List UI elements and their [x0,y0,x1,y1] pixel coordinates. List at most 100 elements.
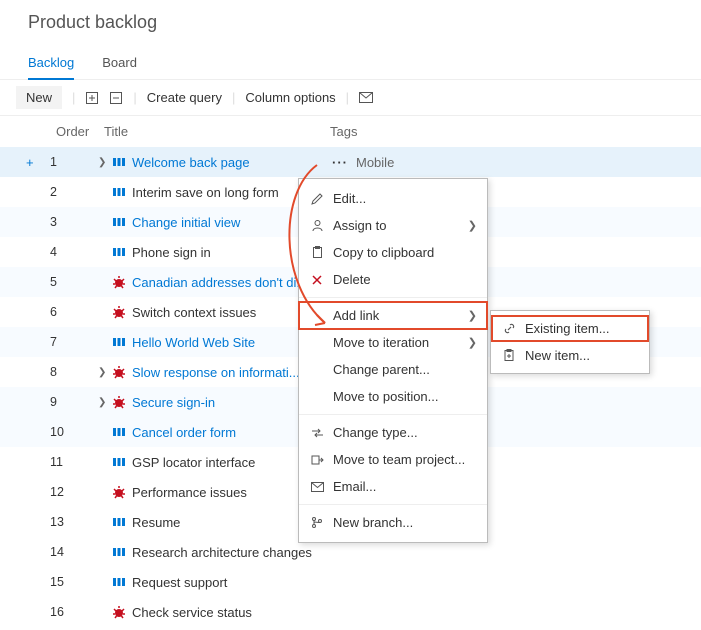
tab-backlog[interactable]: Backlog [28,55,74,80]
menu-separator [299,504,487,505]
chevron-right-icon[interactable]: ❯ [98,367,112,378]
clipboard-plus-icon [503,349,525,362]
order-value: 7 [50,335,98,349]
pbi-icon [112,335,132,349]
pbi-icon [112,575,132,589]
column-order[interactable]: Order [56,124,104,139]
work-item-title[interactable]: Check service status [132,605,332,620]
submenu-existing-item[interactable]: Existing item... [491,315,649,342]
more-actions-icon[interactable]: ··· [332,155,356,170]
table-row[interactable]: 16 Check service status [0,597,701,627]
menu-label: Change type... [333,425,418,440]
toolbar: New | | Create query | Column options | [0,80,701,116]
order-value: 14 [50,545,98,559]
column-tags[interactable]: Tags [330,124,357,139]
column-options-button[interactable]: Column options [245,90,335,105]
menu-change-type[interactable]: Change type... [299,419,487,446]
separator: | [346,90,349,105]
order-value: 15 [50,575,98,589]
menu-label: Change parent... [333,362,430,377]
menu-move-iteration[interactable]: Move to iteration ❯ [299,329,487,356]
collapse-all-icon[interactable] [109,91,123,105]
order-value: 2 [50,185,98,199]
work-item-title[interactable]: Research architecture changes [132,545,332,560]
bug-icon [112,395,132,409]
chevron-right-icon: ❯ [468,309,477,322]
work-item-title[interactable]: Welcome back page [132,155,332,170]
menu-label: Move to iteration [333,335,429,350]
order-value: 1 [50,155,98,169]
add-icon[interactable]: + [26,155,50,170]
order-value: 13 [50,515,98,529]
order-value: 6 [50,305,98,319]
menu-label: Copy to clipboard [333,245,434,260]
order-value: 9 [50,395,98,409]
pbi-icon [112,155,132,169]
new-button[interactable]: New [16,86,62,109]
menu-label: New branch... [333,515,413,530]
bug-icon [112,365,132,379]
context-menu: Edit... Assign to ❯ Copy to clipboard De… [298,178,488,543]
menu-assign-to[interactable]: Assign to ❯ [299,212,487,239]
order-value: 3 [50,215,98,229]
table-row[interactable]: 15 Request support [0,567,701,597]
page-title: Product backlog [0,0,701,33]
separator: | [232,90,235,105]
order-value: 10 [50,425,98,439]
pbi-icon [112,425,132,439]
branch-icon [311,516,333,529]
menu-email[interactable]: Email... [299,473,487,500]
submenu-new-item[interactable]: New item... [491,342,649,369]
pbi-icon [112,455,132,469]
bug-icon [112,275,132,289]
chevron-right-icon: ❯ [468,336,477,349]
pbi-icon [112,515,132,529]
table-row[interactable]: +1❯ Welcome back page···Mobile [0,147,701,177]
move-project-icon [311,454,333,466]
menu-label: Move to team project... [333,452,465,467]
link-icon [503,322,525,335]
clipboard-icon [311,246,333,259]
create-query-button[interactable]: Create query [147,90,222,105]
separator: | [133,90,136,105]
bug-icon [112,305,132,319]
expand-all-icon[interactable] [85,91,99,105]
pbi-icon [112,215,132,229]
menu-delete[interactable]: Delete [299,266,487,293]
menu-move-position[interactable]: Move to position... [299,383,487,410]
tab-board[interactable]: Board [102,55,137,79]
work-item-title[interactable]: Request support [132,575,332,590]
pbi-icon [112,545,132,559]
email-icon [311,482,333,492]
delete-icon [311,274,333,286]
menu-change-parent[interactable]: Change parent... [299,356,487,383]
menu-label: Delete [333,272,371,287]
chevron-right-icon: ❯ [468,219,477,232]
order-value: 5 [50,275,98,289]
order-value: 11 [50,455,98,469]
tag-value: Mobile [356,155,394,170]
pbi-icon [112,185,132,199]
chevron-right-icon[interactable]: ❯ [98,397,112,408]
column-headers: Order Title Tags [0,116,701,147]
menu-separator [299,297,487,298]
menu-new-branch[interactable]: New branch... [299,509,487,536]
menu-move-team-project[interactable]: Move to team project... [299,446,487,473]
menu-label: Move to position... [333,389,439,404]
email-icon[interactable] [359,91,373,105]
chevron-right-icon[interactable]: ❯ [98,157,112,168]
menu-label: New item... [525,348,590,363]
tab-bar: Backlog Board [0,33,701,80]
separator: | [72,90,75,105]
order-value: 16 [50,605,98,619]
column-title[interactable]: Title [104,124,330,139]
menu-separator [299,414,487,415]
person-icon [311,219,333,232]
order-value: 4 [50,245,98,259]
menu-add-link[interactable]: Add link ❯ [299,302,487,329]
menu-label: Existing item... [525,321,610,336]
bug-icon [112,485,132,499]
menu-edit[interactable]: Edit... [299,185,487,212]
pbi-icon [112,245,132,259]
menu-copy[interactable]: Copy to clipboard [299,239,487,266]
